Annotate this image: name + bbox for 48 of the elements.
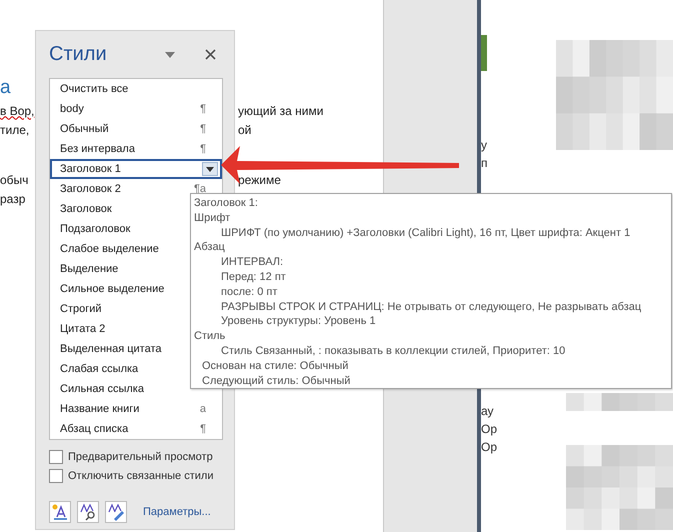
tooltip-text: Уровень структуры: Уровень 1 (220, 314, 377, 330)
tooltip-text: Стиль Связанный, : показывать в коллекции стилей, Приоритет: 10 (220, 344, 566, 359)
tooltip-text: Абзац (194, 240, 226, 256)
tooltip-text: Стиль (194, 329, 226, 344)
document-text: Ор (481, 422, 498, 436)
options-link[interactable]: Параметры... (143, 506, 211, 518)
document-text: обыч (0, 172, 28, 186)
dropdown-caret-icon[interactable] (165, 52, 175, 58)
style-item[interactable]: Заголовок 1 (50, 159, 222, 179)
document-text: у (481, 138, 488, 152)
heading-fragment: а (0, 77, 11, 100)
style-item[interactable]: Название книги a (50, 399, 222, 419)
document-text: разр (0, 192, 26, 206)
checkbox-label: Отключить связанные стили (68, 470, 214, 482)
document-text: тиле, (0, 122, 30, 136)
document-text: ующий за ними (238, 104, 324, 118)
tooltip-text: ШРИФТ (по умолчанию) +Заголовки (Calibri Light), 16 пт, Цвет шрифта: Акцент 1 (220, 226, 632, 240)
checkbox[interactable] (49, 450, 63, 464)
style-item[interactable]: Очистить все (50, 79, 222, 99)
style-inspector-icon[interactable] (77, 501, 99, 523)
style-item[interactable]: Обычный ¶ (50, 119, 222, 139)
tooltip-text: Основан на стиле: Обычный (201, 358, 350, 374)
manage-styles-icon[interactable] (105, 501, 127, 523)
document-text: ау (481, 404, 495, 418)
close-icon[interactable] (205, 49, 216, 60)
style-item[interactable]: body ¶ (50, 99, 222, 119)
document-text: Ор (481, 440, 498, 454)
document-text: режиме (238, 172, 281, 186)
style-item[interactable]: Абзац списка ¶ (50, 419, 222, 439)
tooltip-text: Перед: 12 пт (220, 270, 287, 285)
tooltip-text: ИНТЕРВАЛ: (220, 255, 284, 270)
document-text: ой (238, 122, 252, 136)
dropdown-button[interactable] (202, 162, 218, 176)
document-text: п (481, 156, 488, 170)
tooltip-text: Следующий стиль: Обычный (201, 374, 352, 388)
style-item[interactable]: Заголовок 2 ¶a (50, 179, 222, 199)
checkbox[interactable] (49, 469, 63, 483)
caret-icon (206, 166, 214, 172)
new-style-icon[interactable] (49, 501, 71, 523)
style-item[interactable]: Без интервала ¶ (50, 139, 222, 159)
tooltip-text: Шрифт (194, 210, 232, 226)
checkbox-label: Предварительный просмотр (68, 451, 213, 463)
tooltip-text: Заголовок 1: (194, 196, 259, 211)
document-text: в Вор, (0, 104, 34, 118)
tooltip-text: после: 0 пт (220, 284, 278, 300)
pane-title: Стили (49, 43, 108, 66)
tooltip-text: РАЗРЫВЫ СТРОК И СТРАНИЦ: Не отрывать от следующего, Не разрывать абзац (220, 300, 642, 314)
image-edge (481, 35, 487, 71)
